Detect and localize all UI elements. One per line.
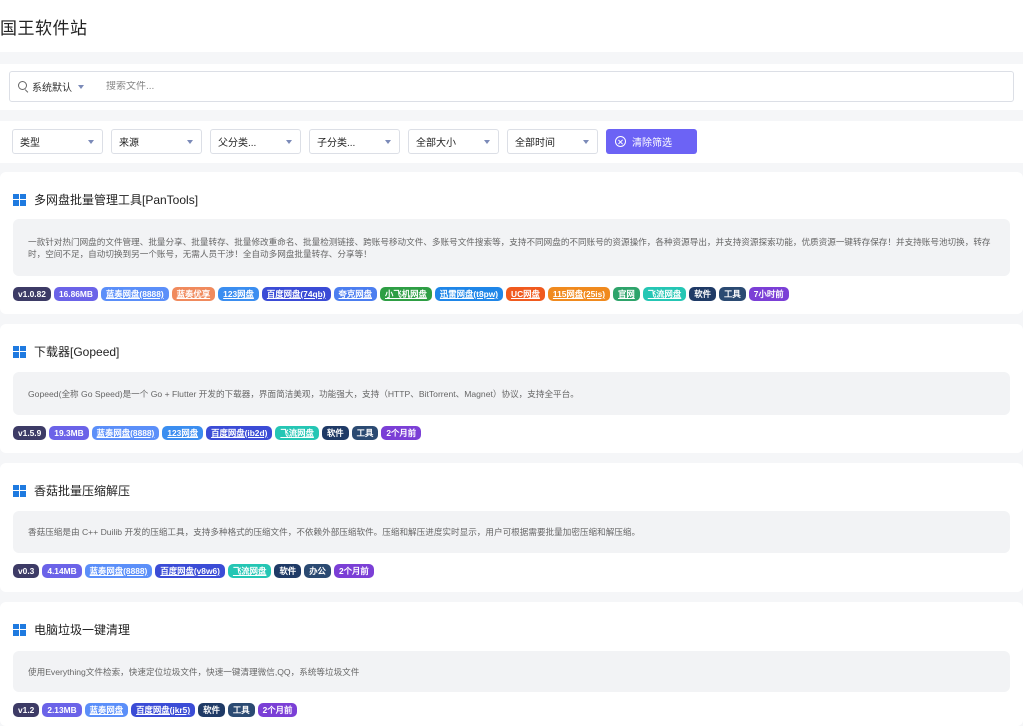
windows-icon [13,623,26,636]
result-title-link[interactable]: 电脑垃圾一键清理 [13,621,130,638]
windows-icon [13,193,26,206]
info-tag: v1.2 [13,703,40,717]
filter-label: 子分类... [317,138,356,149]
tag-list: v1.0.82 16.86MB 蓝奏网盘(8888) 蓝奏优享 123网盘 百度网盘(74… [13,287,789,301]
download-link-tag[interactable]: 官网 [613,287,640,301]
filter-sub-category[interactable]: 子分类... [309,129,400,154]
filter-label: 来源 [119,138,139,149]
top-bar: 国王软件站 [0,0,1023,52]
info-tag: 工具 [719,287,746,301]
tag-list: v1.5.9 19.3MB 蓝奏网盘(8888) 123网盘 百度网盘(ib2d) 飞流网… [13,426,422,440]
result-description: 使用Everything文件检索，快速定位垃圾文件，快速一键清理微信,QQ，系统… [13,651,1010,692]
download-link-tag[interactable]: 百度网盘(ib2d) [206,426,273,440]
download-link-tag[interactable]: 蓝奏网盘 [84,703,129,717]
tag-list: v1.2 2.13MB 蓝奏网盘 百度网盘(jkr5) 软件 工具 2个月前 [13,703,298,717]
chevron-down-icon [88,140,94,144]
result-title: 下载器[Gopeed] [34,345,120,359]
download-link-tag[interactable]: 飞流网盘 [275,426,319,440]
download-link-tag[interactable]: 百度网盘(74qb) [261,287,331,301]
result-description: 香菇压缩是由 C++ Duilib 开发的压缩工具，支持多种格式的压缩文件，不依… [13,511,1010,553]
chevron-down-icon [484,140,490,144]
filter-size[interactable]: 全部大小 [408,129,499,154]
search-icon [18,81,29,92]
info-tag: 7小时前 [748,287,789,301]
download-link-tag[interactable]: 迅雷网盘(t8pw) [434,287,504,301]
result-card: 香菇批量压缩解压 香菇压缩是由 C++ Duilib 开发的压缩工具，支持多种格… [0,463,1023,592]
result-title-link[interactable]: 下载器[Gopeed] [13,343,119,360]
info-tag: 软件 [689,287,717,301]
result-title: 多网盘批量管理工具[PanTools] [34,193,199,207]
download-link-tag[interactable]: 123网盘 [218,287,259,301]
filter-label: 父分类... [218,138,257,149]
filter-label: 全部时间 [515,138,555,149]
info-tag: 2个月前 [381,426,422,440]
filter-source[interactable]: 来源 [111,129,202,154]
info-tag: 工具 [351,426,379,440]
info-tag: 2个月前 [333,564,374,578]
filter-bar: 类型 来源 父分类... 子分类... 全部大小 全部时间 清除筛选 [0,121,1023,163]
download-link-tag[interactable]: 蓝奏网盘(8888) [84,564,153,578]
chevron-down-icon [286,140,292,144]
info-tag: 软件 [198,703,225,717]
download-link-tag[interactable]: 蓝奏优享 [171,287,216,301]
download-link-tag[interactable]: 百度网盘(jkr5) [131,703,196,717]
info-tag: v0.3 [13,564,40,578]
filter-parent-category[interactable]: 父分类... [210,129,301,154]
site-title[interactable]: 国王软件站 [0,14,88,39]
info-tag: 软件 [274,564,302,578]
filter-label: 全部大小 [416,138,456,149]
chevron-down-icon [385,140,391,144]
download-link-tag[interactable]: 蓝奏网盘(8888) [91,426,160,440]
result-description: Gopeed(全称 Go Speed)是一个 Go + Flutter 开发的下… [13,372,1010,415]
download-link-tag[interactable]: 小飞机网盘 [380,287,432,301]
download-link-tag[interactable]: 百度网盘(v8w6) [155,564,225,578]
filter-label: 类型 [20,138,40,149]
result-title-link[interactable]: 多网盘批量管理工具[PanTools] [13,191,198,208]
tag-list: v0.3 4.14MB 蓝奏网盘(8888) 百度网盘(v8w6) 飞流网盘 软件 办公 2个… [13,564,374,578]
info-tag: v1.0.82 [13,287,51,301]
search-input[interactable] [106,81,966,92]
result-description: 一款针对热门网盘的文件管理、批量分享、批量转存、批量修改重命名、批量检测链接、跨… [13,219,1010,276]
result-title-link[interactable]: 香菇批量压缩解压 [13,482,130,499]
download-link-tag[interactable]: 123网盘 [162,426,204,440]
search-engine-select[interactable]: 系统默认 [32,79,84,94]
info-tag: 工具 [227,703,255,717]
info-tag: 软件 [321,426,349,440]
download-link-tag[interactable]: 夸克网盘 [333,287,378,301]
result-card: 电脑垃圾一键清理 使用Everything文件检索，快速定位垃圾文件，快速一键清… [0,602,1023,726]
info-tag: 2.13MB [42,703,82,717]
download-link-tag[interactable]: UC网盘 [506,287,545,301]
info-tag: 16.86MB [53,287,98,301]
result-title: 香菇批量压缩解压 [34,484,131,498]
chevron-down-icon [583,140,589,144]
download-link-tag[interactable]: 蓝奏网盘(8888) [100,287,169,301]
download-link-tag[interactable]: 飞流网盘 [642,287,687,301]
info-tag: v1.5.9 [13,426,47,440]
result-card: 多网盘批量管理工具[PanTools] 一款针对热门网盘的文件管理、批量分享、批… [0,172,1023,314]
chevron-down-icon [78,84,84,89]
chevron-down-icon [187,140,193,144]
result-title: 电脑垃圾一键清理 [34,623,131,637]
search-section: 系统默认 [0,64,1023,110]
search-engine-label: 系统默认 [32,83,72,94]
filter-type[interactable]: 类型 [12,129,103,154]
close-circle-icon [615,136,626,147]
search-box: 系统默认 [9,71,1014,102]
download-link-tag[interactable]: 115网盘(25is) [547,287,611,301]
filter-time[interactable]: 全部时间 [507,129,598,154]
info-tag: 19.3MB [49,426,89,440]
result-card: 下载器[Gopeed] Gopeed(全称 Go Speed)是一个 Go + … [0,324,1023,453]
windows-icon [13,345,26,358]
clear-filters-label: 清除筛选 [632,138,672,149]
download-link-tag[interactable]: 飞流网盘 [227,564,272,578]
clear-filters-button[interactable]: 清除筛选 [606,129,697,154]
windows-icon [13,484,26,497]
info-tag: 办公 [304,564,331,578]
info-tag: 4.14MB [42,564,82,578]
info-tag: 2个月前 [257,703,298,717]
